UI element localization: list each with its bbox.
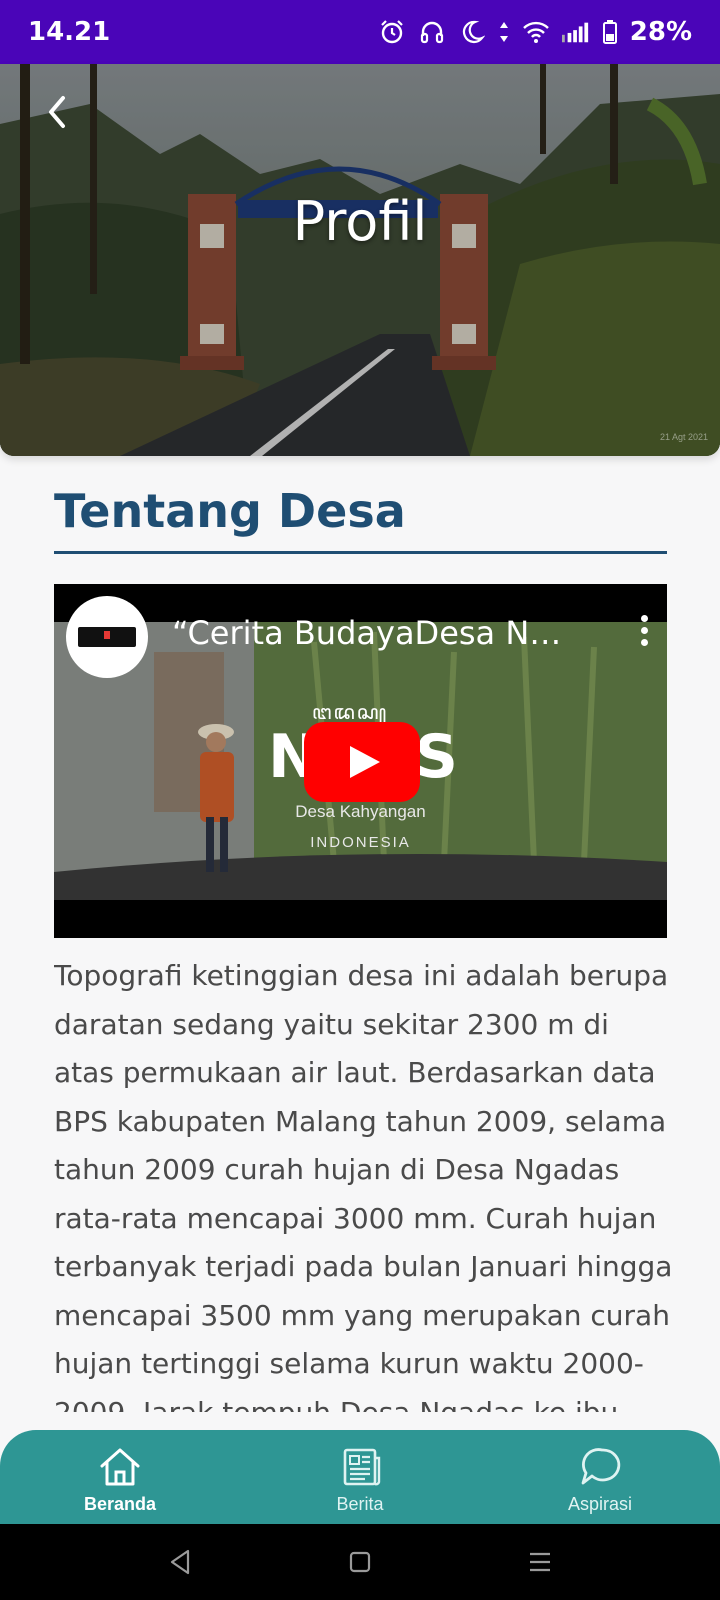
menu-lines-icon <box>530 1552 550 1572</box>
newspaper-icon <box>337 1444 383 1490</box>
status-time: 14.21 <box>28 17 111 47</box>
signal-icon <box>561 18 590 46</box>
play-button[interactable] <box>304 722 420 802</box>
back-button[interactable] <box>36 92 76 132</box>
description-paragraph: Topografi ketinggian desa ini adalah ber… <box>54 959 673 1412</box>
page-title: Profil <box>292 190 428 253</box>
system-recents-button[interactable] <box>510 1537 570 1587</box>
square-home-icon <box>349 1551 371 1573</box>
headphones-icon <box>418 18 446 46</box>
system-navigation-bar <box>0 1524 720 1600</box>
more-options-icon[interactable] <box>632 610 656 650</box>
system-back-button[interactable] <box>150 1537 210 1587</box>
overlay-country: INDONESIA <box>310 834 411 851</box>
nav-label-berita: Berita <box>336 1494 384 1514</box>
nav-item-beranda[interactable]: Beranda <box>0 1430 240 1524</box>
alarm-icon <box>378 18 406 46</box>
overlay-subtitle: Desa Kahyangan <box>295 802 426 821</box>
overlay-letter-right: S <box>414 722 458 792</box>
nav-item-berita[interactable]: Berita <box>240 1430 480 1524</box>
play-icon <box>304 722 420 802</box>
video-title[interactable]: “Cerita BudayaDesa Ng... <box>172 614 572 652</box>
channel-logo <box>78 627 136 647</box>
chat-bubble-icon <box>577 1444 623 1490</box>
youtube-video-player[interactable]: “Cerita BudayaDesa Ng... ꦔꦢꦱ꧀ N S Desa K… <box>54 584 667 938</box>
bottom-navigation: Beranda Berita Aspirasi <box>0 1430 720 1524</box>
status-bar: 14.21 28% <box>0 0 720 64</box>
photo-timestamp: 21 Agt 2021 <box>659 432 708 442</box>
status-icons: 28% <box>378 17 692 47</box>
battery-percentage: 28% <box>629 17 692 47</box>
battery-icon <box>602 18 618 46</box>
triangle-back-icon <box>170 1549 190 1575</box>
data-arrows-icon <box>498 18 510 46</box>
system-home-button[interactable] <box>330 1537 390 1587</box>
village-gate-photo <box>0 64 720 456</box>
nav-item-aspirasi[interactable]: Aspirasi <box>480 1430 720 1524</box>
wifi-icon <box>522 18 550 46</box>
hero-header: Profil 21 Agt 2021 <box>0 64 720 456</box>
channel-avatar[interactable] <box>66 596 148 678</box>
section-title: Tentang Desa <box>54 484 406 538</box>
section-divider <box>54 551 667 554</box>
home-icon <box>97 1444 143 1490</box>
nav-label-aspirasi: Aspirasi <box>567 1494 633 1514</box>
moon-icon <box>458 18 486 46</box>
chevron-left-icon <box>49 96 65 128</box>
nav-label-beranda: Beranda <box>83 1494 157 1514</box>
